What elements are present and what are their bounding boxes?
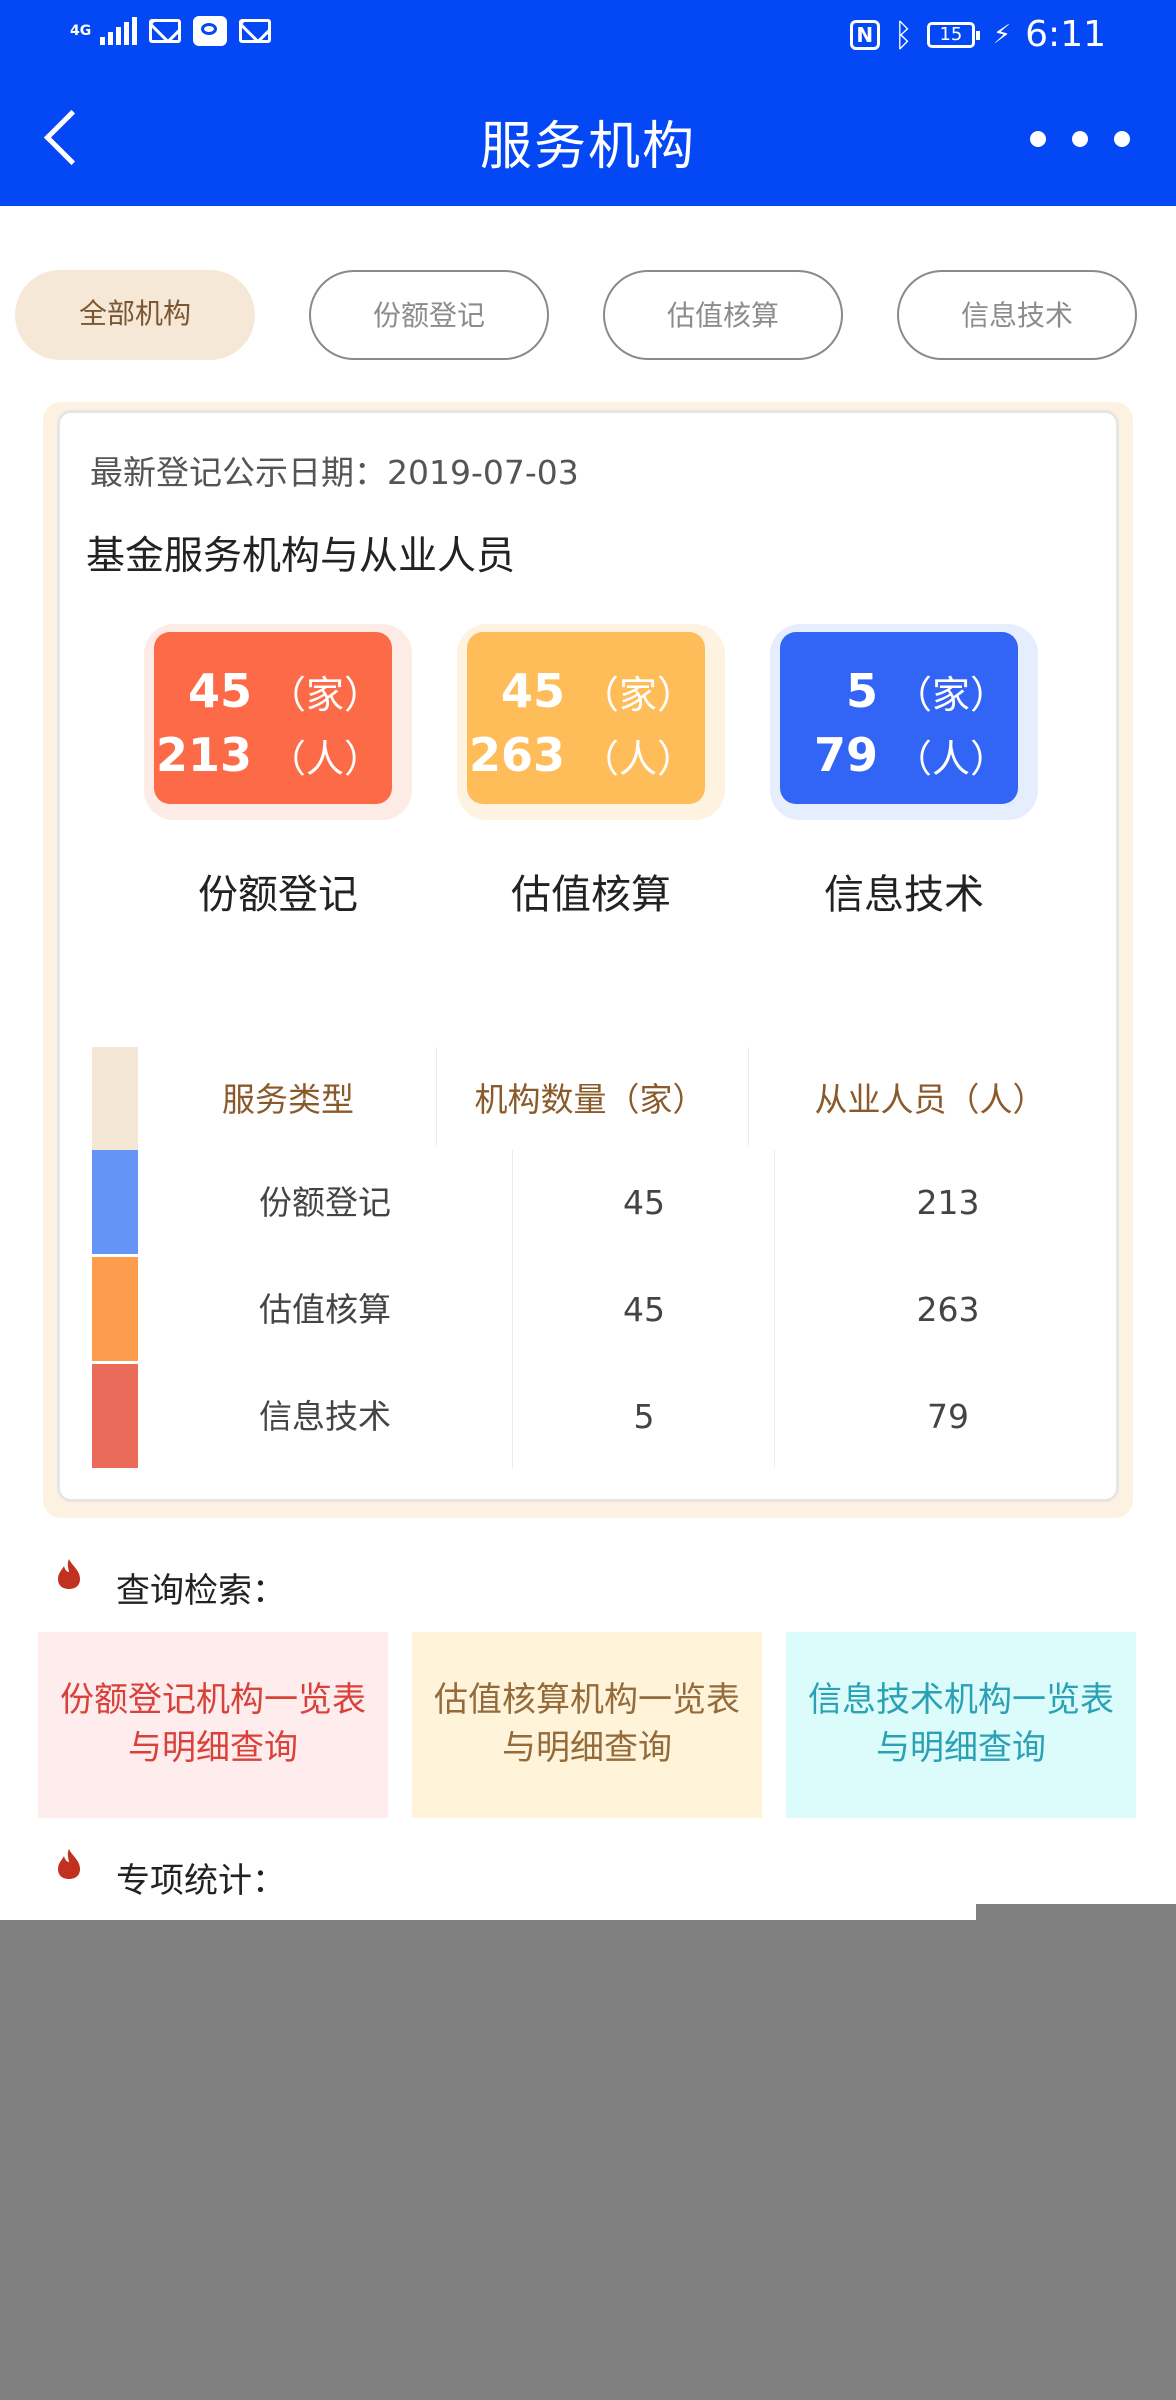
more-dot [1072,131,1088,147]
table-header-type: 服务类型 [222,1080,354,1119]
column-divider [748,1047,749,1147]
more-horizontal-icon [1030,131,1046,147]
institution-unit: （家） [894,673,1009,717]
table-cell-staff: 79 [927,1397,969,1436]
page-title: 服务机构 [479,117,696,177]
signal-icon [100,17,137,45]
stat-card-valuation[interactable]: 45 （家） 263 （人） [457,624,725,820]
top-bar: 4G N ᛒ 15 ⚡ 6:11 服务机构 [0,0,1176,206]
column-divider [436,1047,437,1147]
table-cell-type: 估值核算 [259,1290,391,1329]
tab-info-tech[interactable]: 信息技术 [897,270,1137,360]
chat-icon [193,16,227,46]
tab-share-registration[interactable]: 份额登记 [309,270,549,360]
button-line: 信息技术机构一览表 [808,1680,1114,1720]
table-cell-staff: 263 [916,1290,980,1329]
more-button[interactable] [1030,124,1130,154]
share-registration-query-button[interactable]: 份额登记机构一览表 与明细查询 [38,1632,388,1818]
stat-label-info-tech: 信息技术 [824,872,984,918]
stat-card-info-tech[interactable]: 5 （家） 79 （人） [770,624,1038,820]
staff-count: 213 [155,728,252,782]
status-right: N ᛒ 15 ⚡ 6:11 [849,14,1106,55]
stats-section-title: 专项统计： [116,1861,286,1901]
clock: 6:11 [1025,14,1106,55]
staff-unit: （人） [894,737,1009,781]
bluetooth-icon: ᛒ [893,15,913,54]
button-line: 估值核算机构一览表 [434,1680,740,1720]
stat-card-inner: 45 （家） 213 （人） [154,632,392,804]
overlay-block [0,1920,1176,2400]
button-line: 与明细查询 [502,1728,672,1768]
publish-date: 最新登记公示日期：2019-07-03 [90,453,579,492]
stat-card-inner: 5 （家） 79 （人） [780,632,1018,804]
staff-count: 263 [468,728,565,782]
battery-level: 15 [939,23,963,45]
mail-icon [149,19,181,43]
flame-icon [58,1559,80,1589]
institution-unit: （家） [268,673,383,717]
status-bar: 4G N ᛒ 15 ⚡ 6:11 [0,0,1176,72]
table-cell-institutions: 5 [633,1397,655,1436]
row-color-bar-share-registration [92,1150,138,1254]
institution-count: 45 [187,664,252,718]
button-line: 份额登记机构一览表 [60,1680,366,1720]
valuation-query-button[interactable]: 估值核算机构一览表 与明细查询 [412,1632,762,1818]
battery-icon: 15 [926,21,980,48]
staff-count: 79 [813,728,878,782]
stat-card-inner: 45 （家） 263 （人） [467,632,705,804]
row-color-bar-info-tech [92,1364,138,1468]
table-cell-staff: 213 [916,1183,980,1222]
info-tech-query-button[interactable]: 信息技术机构一览表 与明细查询 [786,1632,1136,1818]
tab-valuation[interactable]: 估值核算 [603,270,843,360]
network-type: 4G [70,23,92,39]
query-section-title: 查询检索： [116,1571,286,1611]
tab-all[interactable]: 全部机构 [15,270,255,360]
app-bar: 服务机构 [0,72,1176,206]
institution-unit: （家） [581,673,696,717]
table-cell-type: 份额登记 [259,1183,391,1222]
stat-label-share-registration: 份额登记 [198,872,358,918]
stat-label-valuation: 估值核算 [511,872,671,918]
mail-icon [239,19,271,43]
status-left: 4G [70,16,271,46]
institution-count: 5 [845,664,878,718]
charging-icon: ⚡ [992,19,1012,50]
table-cell-institutions: 45 [623,1290,665,1329]
column-divider [774,1150,775,1468]
button-line: 与明细查询 [876,1728,1046,1768]
table-header-institutions: 机构数量（家） [474,1080,706,1119]
nfc-icon: N [849,19,880,50]
section-subtitle: 基金服务机构与从业人员 [86,534,516,579]
stat-card-share-registration[interactable]: 45 （家） 213 （人） [144,624,412,820]
staff-unit: （人） [268,737,383,781]
staff-unit: （人） [581,737,696,781]
header-color-bar [92,1047,138,1150]
table-cell-type: 信息技术 [259,1397,391,1436]
table-header-staff: 从业人员（人） [814,1080,1046,1119]
flame-icon [58,1849,80,1879]
institution-count: 45 [500,664,565,718]
table-cell-institutions: 45 [623,1183,665,1222]
column-divider [512,1150,513,1468]
row-color-bar-valuation [92,1257,138,1361]
more-dot [1114,131,1130,147]
button-line: 与明细查询 [128,1728,298,1768]
